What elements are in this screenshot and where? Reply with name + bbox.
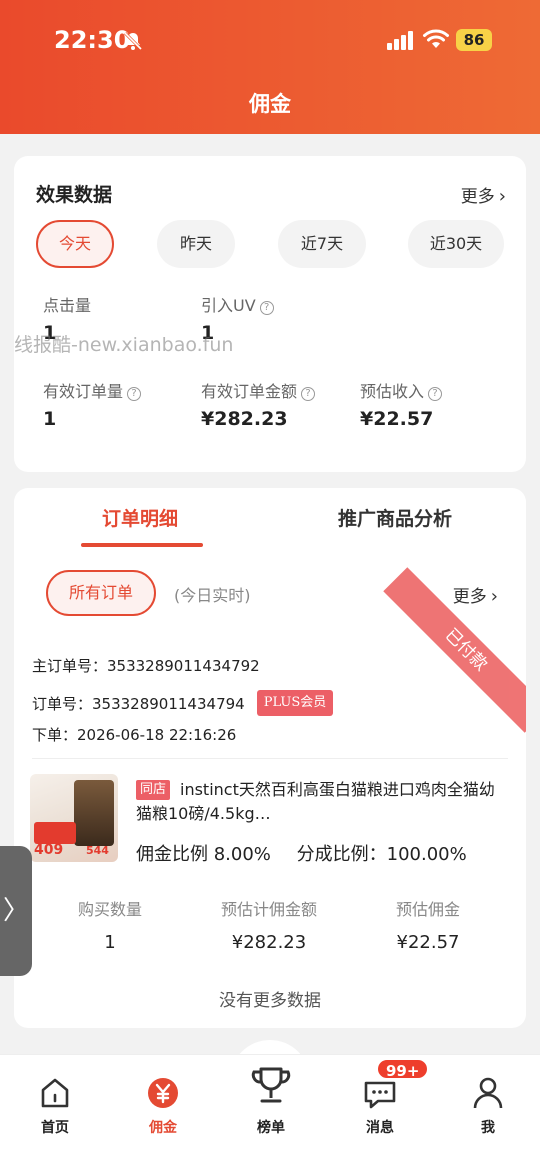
metric-clicks-label: 点击量 bbox=[43, 296, 92, 315]
help-icon[interactable]: ? bbox=[428, 387, 443, 401]
product-title[interactable]: instinct天然百利高蛋白猫粮进口鸡肉全猫幼猫粮10磅/4.5kg… bbox=[136, 778, 508, 826]
product-image-price-secondary: 544 bbox=[86, 844, 109, 857]
watermark-text: 线报酷-new.xianbao.fun bbox=[14, 334, 234, 356]
all-orders-filter[interactable]: 所有订单 bbox=[46, 570, 156, 616]
range-chip-yesterday[interactable]: 昨天 bbox=[157, 220, 235, 268]
divider bbox=[32, 758, 508, 759]
stat-commission-base-value: ¥282.23 bbox=[231, 932, 307, 953]
orders-card: 订单明细 推广商品分析 所有订单 (今日实时) 更多 › 已付款 主订单号：353… bbox=[14, 488, 526, 1028]
order-number: 订单号：3533289011434794 bbox=[32, 695, 245, 713]
stat-quantity-label: 购买数量 bbox=[77, 900, 142, 919]
side-drawer-handle[interactable]: 〉 bbox=[0, 846, 32, 976]
metric-amount-value: ¥282.23 bbox=[201, 408, 288, 430]
metric-orders-value: 1 bbox=[43, 408, 57, 430]
chevron-right-icon: › bbox=[498, 186, 506, 207]
signal-icon bbox=[387, 31, 413, 50]
range-chip-today[interactable]: 今天 bbox=[36, 220, 114, 268]
effect-more-label: 更多 bbox=[460, 187, 495, 207]
metric-uv-label: 引入UV? bbox=[201, 292, 274, 316]
help-icon[interactable]: ? bbox=[301, 387, 316, 401]
tabbar-label-home: 首页 bbox=[41, 1120, 69, 1136]
metric-amount-label: 有效订单金额? bbox=[201, 378, 316, 402]
active-tab-indicator bbox=[81, 543, 203, 547]
tab-order-details[interactable]: 订单明细 bbox=[102, 504, 178, 531]
battery-indicator: 86 bbox=[456, 29, 492, 51]
realtime-note: (今日实时) bbox=[174, 586, 251, 605]
message-count-badge: 99+ bbox=[376, 1058, 430, 1080]
same-store-tag: 同店 bbox=[136, 780, 170, 800]
chevron-right-icon: › bbox=[490, 586, 498, 607]
tabbar-label-ranking: 榜单 bbox=[257, 1120, 285, 1136]
commission-ratio: 佣金比例 8.00% 分成比例：100.00% bbox=[136, 840, 467, 866]
orders-more-label: 更多 bbox=[452, 587, 487, 607]
no-more-data: 没有更多数据 bbox=[219, 991, 321, 1011]
tabbar-label-messages: 消息 bbox=[366, 1120, 394, 1136]
stat-commission-value: ¥22.57 bbox=[396, 932, 460, 953]
product-image[interactable]: 409 544 bbox=[30, 774, 118, 862]
help-icon[interactable]: ? bbox=[259, 301, 274, 315]
bottom-tab-bar: 首页 佣金 榜单 消息 我 bbox=[0, 1054, 540, 1170]
range-chip-7days[interactable]: 近7天 bbox=[278, 220, 366, 268]
help-icon[interactable]: ? bbox=[127, 387, 142, 401]
commission-ratio-text: 佣金比例 8.00% bbox=[136, 844, 271, 865]
effect-data-card: 效果数据 更多 › 今天 昨天 近7天 近30天 点击量 1 引入UV? 1 有效… bbox=[14, 156, 526, 472]
order-time: 下单：2026-06-18 22:16:26 bbox=[32, 726, 237, 744]
home-icon bbox=[41, 1078, 69, 1108]
share-ratio-text: 分成比例：100.00% bbox=[296, 844, 467, 865]
yen-icon bbox=[148, 1078, 178, 1108]
metric-orders-label: 有效订单量? bbox=[43, 378, 142, 402]
stat-commission-base-label: 预估计佣金额 bbox=[220, 900, 317, 919]
effect-data-title: 效果数据 bbox=[36, 184, 113, 206]
main-order-number: 主订单号：3533289011434792 bbox=[32, 657, 260, 675]
effect-more-link[interactable]: 更多 › bbox=[461, 182, 506, 207]
orders-more-link[interactable]: 更多 › bbox=[453, 582, 498, 607]
stat-quantity-value: 1 bbox=[104, 932, 116, 953]
trophy-icon bbox=[251, 1067, 291, 1103]
wifi-icon bbox=[423, 29, 449, 48]
promo-tag-graphic bbox=[34, 822, 76, 844]
tab-product-analysis[interactable]: 推广商品分析 bbox=[338, 504, 452, 531]
bell-muted-icon bbox=[123, 31, 143, 51]
app-header: 22:30 86 佣金 bbox=[0, 0, 540, 134]
tabbar-label-commission: 佣金 bbox=[149, 1120, 177, 1136]
user-icon bbox=[473, 1077, 503, 1109]
product-image-price: 409 bbox=[34, 842, 64, 858]
page-title: 佣金 bbox=[249, 92, 291, 116]
range-chip-30days[interactable]: 近30天 bbox=[408, 220, 504, 268]
stat-commission-label: 预估佣金 bbox=[395, 900, 460, 919]
plus-member-badge: PLUS会员 bbox=[257, 690, 333, 716]
chevron-right-icon: 〉 bbox=[2, 896, 29, 926]
metric-income-value: ¥22.57 bbox=[360, 408, 434, 430]
status-bar: 22:30 86 bbox=[0, 0, 540, 80]
product-bag-graphic bbox=[74, 780, 114, 846]
tabbar-label-me: 我 bbox=[481, 1120, 495, 1136]
status-time: 22:30 bbox=[54, 26, 131, 54]
metric-income-label: 预估收入? bbox=[360, 378, 443, 402]
